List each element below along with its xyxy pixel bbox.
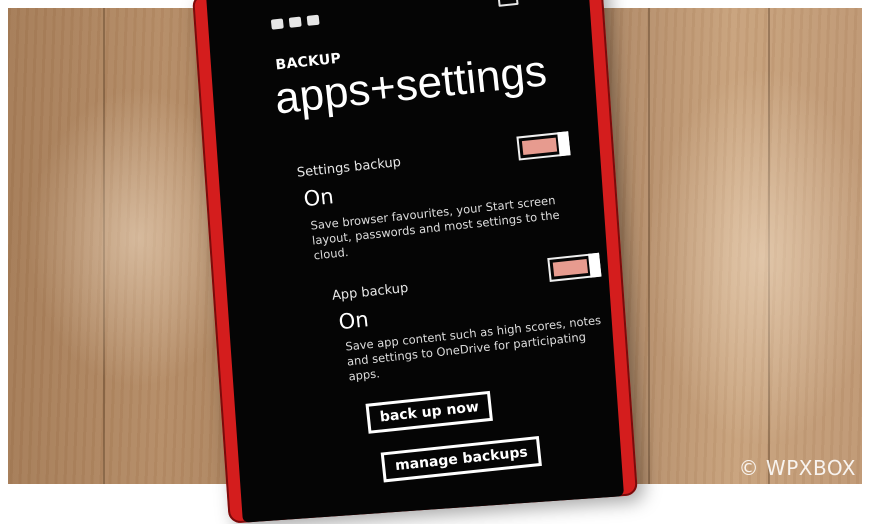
- battery-icon: [497, 0, 519, 7]
- toggle-thumb: [588, 252, 602, 278]
- settings-backup-value: On: [302, 184, 335, 212]
- message-icon: [306, 14, 320, 26]
- settings-page: BACKUP apps+settings Settings backup On …: [231, 0, 660, 501]
- toggle-thumb: [557, 131, 571, 157]
- app-backup-value: On: [337, 307, 370, 335]
- status-bar: [270, 14, 320, 30]
- wifi-icon: [288, 16, 302, 28]
- watermark: © WPXBOX: [738, 456, 856, 480]
- light-glare: [648, 68, 862, 448]
- manage-backups-button[interactable]: manage backups: [380, 435, 543, 483]
- signal-icon: [270, 18, 284, 30]
- settings-backup-description: Save browser favourites, your Start scre…: [309, 193, 561, 263]
- back-up-now-button[interactable]: back up now: [365, 390, 494, 434]
- toggle-fill: [552, 259, 589, 277]
- app-backup-label: App backup: [331, 280, 409, 304]
- app-backup-toggle[interactable]: [547, 252, 602, 282]
- settings-backup-toggle[interactable]: [516, 131, 571, 161]
- app-backup-description: Save app content such as high scores, no…: [344, 312, 602, 384]
- toggle-fill: [521, 137, 558, 156]
- settings-backup-label: Settings backup: [296, 154, 402, 181]
